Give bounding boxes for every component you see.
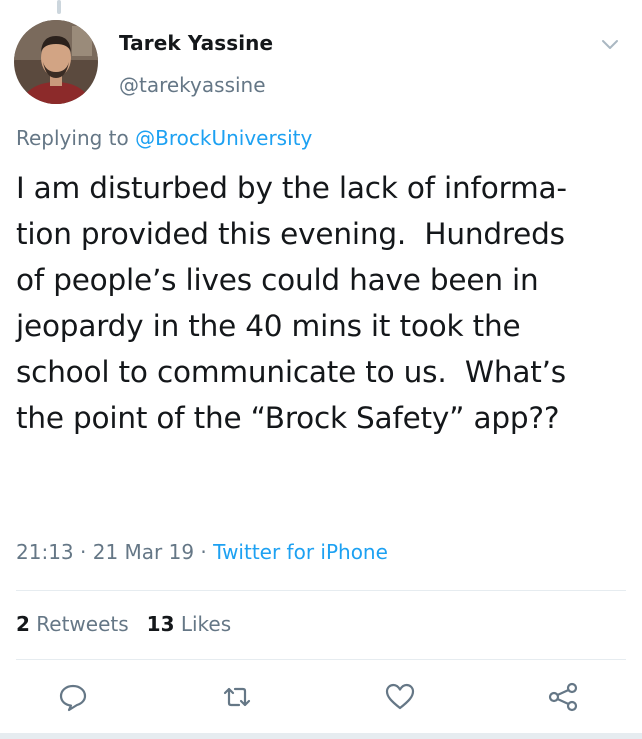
meta-separator: · — [194, 540, 214, 564]
likes-label: Likes — [180, 612, 232, 636]
reply-mention-link[interactable]: @BrockUniversity — [135, 126, 312, 150]
tweet-stats: 2 Retweets 13 Likes — [16, 612, 231, 636]
divider — [16, 659, 626, 660]
avatar[interactable] — [14, 20, 98, 104]
replying-to-label: Replying to — [16, 126, 129, 150]
likes-stat[interactable]: 13 Likes — [147, 612, 232, 636]
tweet-meta: 21:13 · 21 Mar 19 · Twitter for iPhone — [16, 540, 388, 564]
tweet-time: 21:13 — [16, 540, 74, 564]
avatar-image — [14, 20, 98, 104]
author-handle[interactable]: @tarekyassine — [119, 73, 266, 97]
retweets-label: Retweets — [36, 612, 129, 636]
divider — [16, 590, 626, 591]
tweet-source-link[interactable]: Twitter for iPhone — [213, 540, 388, 564]
bottom-separator — [0, 733, 642, 739]
tweet-action-bar — [0, 681, 642, 715]
thread-connector-line — [57, 0, 61, 14]
replying-to-line: Replying to @BrockUniversity — [16, 126, 312, 150]
heart-icon[interactable] — [384, 681, 416, 713]
reply-icon[interactable] — [57, 681, 89, 713]
chevron-down-icon[interactable] — [600, 34, 620, 54]
tweet-text: I am disturbed by the lack of informa- t… — [16, 171, 567, 435]
meta-separator: · — [73, 540, 93, 564]
retweet-icon[interactable] — [221, 681, 253, 713]
author-display-name[interactable]: Tarek Yassine — [119, 31, 273, 55]
share-icon[interactable] — [547, 681, 579, 713]
retweets-stat[interactable]: 2 Retweets — [16, 612, 129, 636]
retweets-count: 2 — [16, 612, 30, 636]
likes-count: 13 — [146, 612, 175, 636]
tweet-date: 21 Mar 19 — [92, 540, 195, 564]
